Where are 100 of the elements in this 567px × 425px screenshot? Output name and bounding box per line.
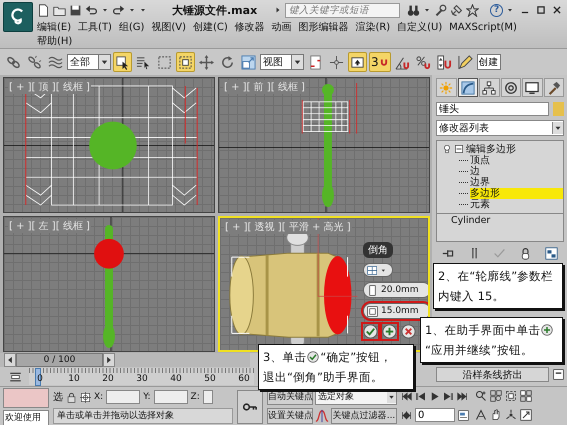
sub-object-item[interactable]: 元素 bbox=[470, 199, 530, 210]
undo-icon[interactable] bbox=[85, 4, 98, 16]
object-color-swatch[interactable] bbox=[553, 102, 564, 116]
zoom-extents-all-icon[interactable] bbox=[520, 390, 532, 402]
orbit-icon[interactable] bbox=[505, 409, 517, 421]
save-icon[interactable] bbox=[69, 4, 82, 16]
stack-item[interactable]: 编辑多边形 bbox=[466, 142, 516, 156]
new-file-icon[interactable] bbox=[37, 4, 50, 16]
cancel-button[interactable] bbox=[401, 324, 416, 339]
plus-icon bbox=[541, 324, 554, 336]
bevel-type-dropdown[interactable] bbox=[363, 263, 393, 277]
caret-icon[interactable] bbox=[423, 6, 432, 14]
menu-item[interactable]: 自定义(U) bbox=[397, 20, 442, 34]
x-field[interactable] bbox=[106, 390, 140, 404]
binoculars-icon[interactable] bbox=[407, 4, 420, 16]
y-field[interactable] bbox=[154, 390, 188, 404]
current-frame-field[interactable]: 0 bbox=[415, 408, 455, 422]
arrow-left-icon[interactable] bbox=[4, 353, 16, 367]
outline-field[interactable]: 15.0mm bbox=[363, 303, 428, 319]
modifier-list-dropdown[interactable]: 修改器列表 bbox=[436, 120, 564, 136]
display-tab[interactable] bbox=[522, 78, 542, 97]
dashed-rectangle-icon bbox=[157, 54, 172, 70]
snap-toggle-button[interactable]: 3 bbox=[369, 52, 391, 72]
key-mode-icon[interactable] bbox=[401, 410, 412, 420]
menu-item[interactable]: 组(G) bbox=[118, 20, 144, 34]
go-start-icon[interactable] bbox=[401, 390, 412, 402]
selection-filter-dropdown[interactable]: 全部 bbox=[67, 54, 111, 70]
time-slider-thumb[interactable]: 0 / 100 bbox=[16, 353, 103, 367]
close-icon[interactable] bbox=[552, 5, 562, 15]
next-frame-icon[interactable] bbox=[443, 390, 454, 402]
collapse-toggle-icon[interactable] bbox=[455, 145, 463, 153]
modify-tab[interactable] bbox=[458, 78, 478, 97]
menu-item[interactable]: 修改器 bbox=[234, 20, 265, 34]
menu-item[interactable]: 帮助(H) bbox=[37, 34, 72, 48]
timeline-ruler[interactable]: 0 10 20 30 40 50 60 bbox=[29, 368, 254, 385]
light-bulb-icon[interactable] bbox=[442, 144, 452, 154]
select-button[interactable] bbox=[113, 52, 132, 72]
named-selection-field[interactable]: 创建 bbox=[476, 54, 501, 70]
sub-object-item[interactable]: 顶点 bbox=[470, 155, 530, 166]
configure-icon[interactable] bbox=[544, 247, 558, 260]
menu-item[interactable]: 动画 bbox=[272, 20, 292, 34]
menu-item[interactable]: 编辑(E) bbox=[37, 20, 72, 34]
object-name-field[interactable]: 锤头 bbox=[436, 102, 549, 116]
curve-icon[interactable] bbox=[315, 408, 329, 422]
play-icon[interactable] bbox=[429, 390, 440, 402]
script-listener-field[interactable] bbox=[3, 388, 49, 408]
transform-mode-icon[interactable] bbox=[80, 392, 91, 402]
stack-item[interactable]: Cylinder bbox=[437, 213, 563, 226]
sub-object-item[interactable]: 边界 bbox=[470, 177, 530, 188]
motion-tab[interactable] bbox=[500, 78, 521, 97]
set-key-toggle-button[interactable] bbox=[237, 390, 263, 424]
menu-item[interactable]: 工具(T) bbox=[78, 20, 112, 34]
menu-item[interactable]: 视图(V) bbox=[151, 20, 186, 34]
caret-icon[interactable] bbox=[101, 6, 109, 14]
go-end-icon[interactable] bbox=[457, 390, 468, 402]
extrude-along-spline-button[interactable]: 沿样条线挤出 bbox=[436, 367, 549, 382]
app-logo-button[interactable] bbox=[3, 2, 33, 32]
apply-button[interactable] bbox=[382, 324, 397, 339]
ok-button[interactable] bbox=[363, 324, 378, 339]
utilities-tab[interactable] bbox=[544, 78, 564, 97]
redo-icon[interactable] bbox=[112, 4, 125, 16]
arrow-right-icon[interactable] bbox=[103, 353, 115, 367]
height-field[interactable]: 20.0mm bbox=[363, 282, 428, 298]
selection-button[interactable]: 选 bbox=[53, 390, 63, 404]
zoom-extents-icon[interactable] bbox=[505, 390, 517, 402]
search-field[interactable]: 键入关键字或短语 bbox=[285, 2, 400, 18]
zoom-icon[interactable] bbox=[475, 390, 487, 402]
lock-icon[interactable] bbox=[66, 392, 77, 402]
square-icon bbox=[367, 306, 378, 316]
time-configuration-icon[interactable] bbox=[458, 410, 469, 420]
tick-label: 30 bbox=[136, 374, 148, 384]
welcome-field[interactable]: 欢迎使用 bbox=[3, 410, 49, 425]
menu-item[interactable]: 图形编辑器 bbox=[298, 20, 349, 34]
pan-hand-icon[interactable] bbox=[490, 409, 502, 421]
shortcut-button[interactable] bbox=[348, 52, 367, 72]
axis-node-icon bbox=[329, 54, 344, 70]
menu-item[interactable]: MAXScript(M) bbox=[449, 22, 517, 32]
tick-label: 20 bbox=[102, 374, 114, 384]
sub-object-item[interactable]: 多边形 bbox=[470, 188, 563, 199]
prev-frame-icon[interactable] bbox=[415, 390, 426, 402]
check-icon[interactable] bbox=[493, 247, 506, 260]
maximize-icon[interactable] bbox=[520, 409, 532, 421]
key-filters-button[interactable]: 关键点过滤器... bbox=[331, 408, 397, 424]
track-bar-icon[interactable] bbox=[8, 370, 23, 382]
sub-object-item[interactable]: 边 bbox=[470, 166, 520, 177]
menu-item[interactable]: 渲染(R) bbox=[355, 20, 390, 34]
hierarchy-tab[interactable] bbox=[479, 78, 500, 97]
help-button[interactable]: ? bbox=[490, 4, 504, 16]
z-field[interactable] bbox=[202, 390, 213, 404]
set-key-button[interactable]: 设置关键点 bbox=[267, 408, 313, 424]
coordinate-dropdown[interactable]: 视图 bbox=[260, 54, 304, 70]
menu-item[interactable]: 创建(C) bbox=[192, 20, 228, 34]
field-of-view-icon[interactable] bbox=[475, 409, 487, 421]
star-icon[interactable] bbox=[466, 4, 480, 16]
window-crossing-icon bbox=[178, 54, 193, 70]
zoom-all-icon[interactable] bbox=[490, 390, 502, 402]
hammer-icon bbox=[546, 80, 561, 94]
crossing-button[interactable] bbox=[176, 52, 195, 72]
caret-icon[interactable] bbox=[506, 6, 514, 14]
maximize-icon[interactable] bbox=[536, 5, 546, 15]
